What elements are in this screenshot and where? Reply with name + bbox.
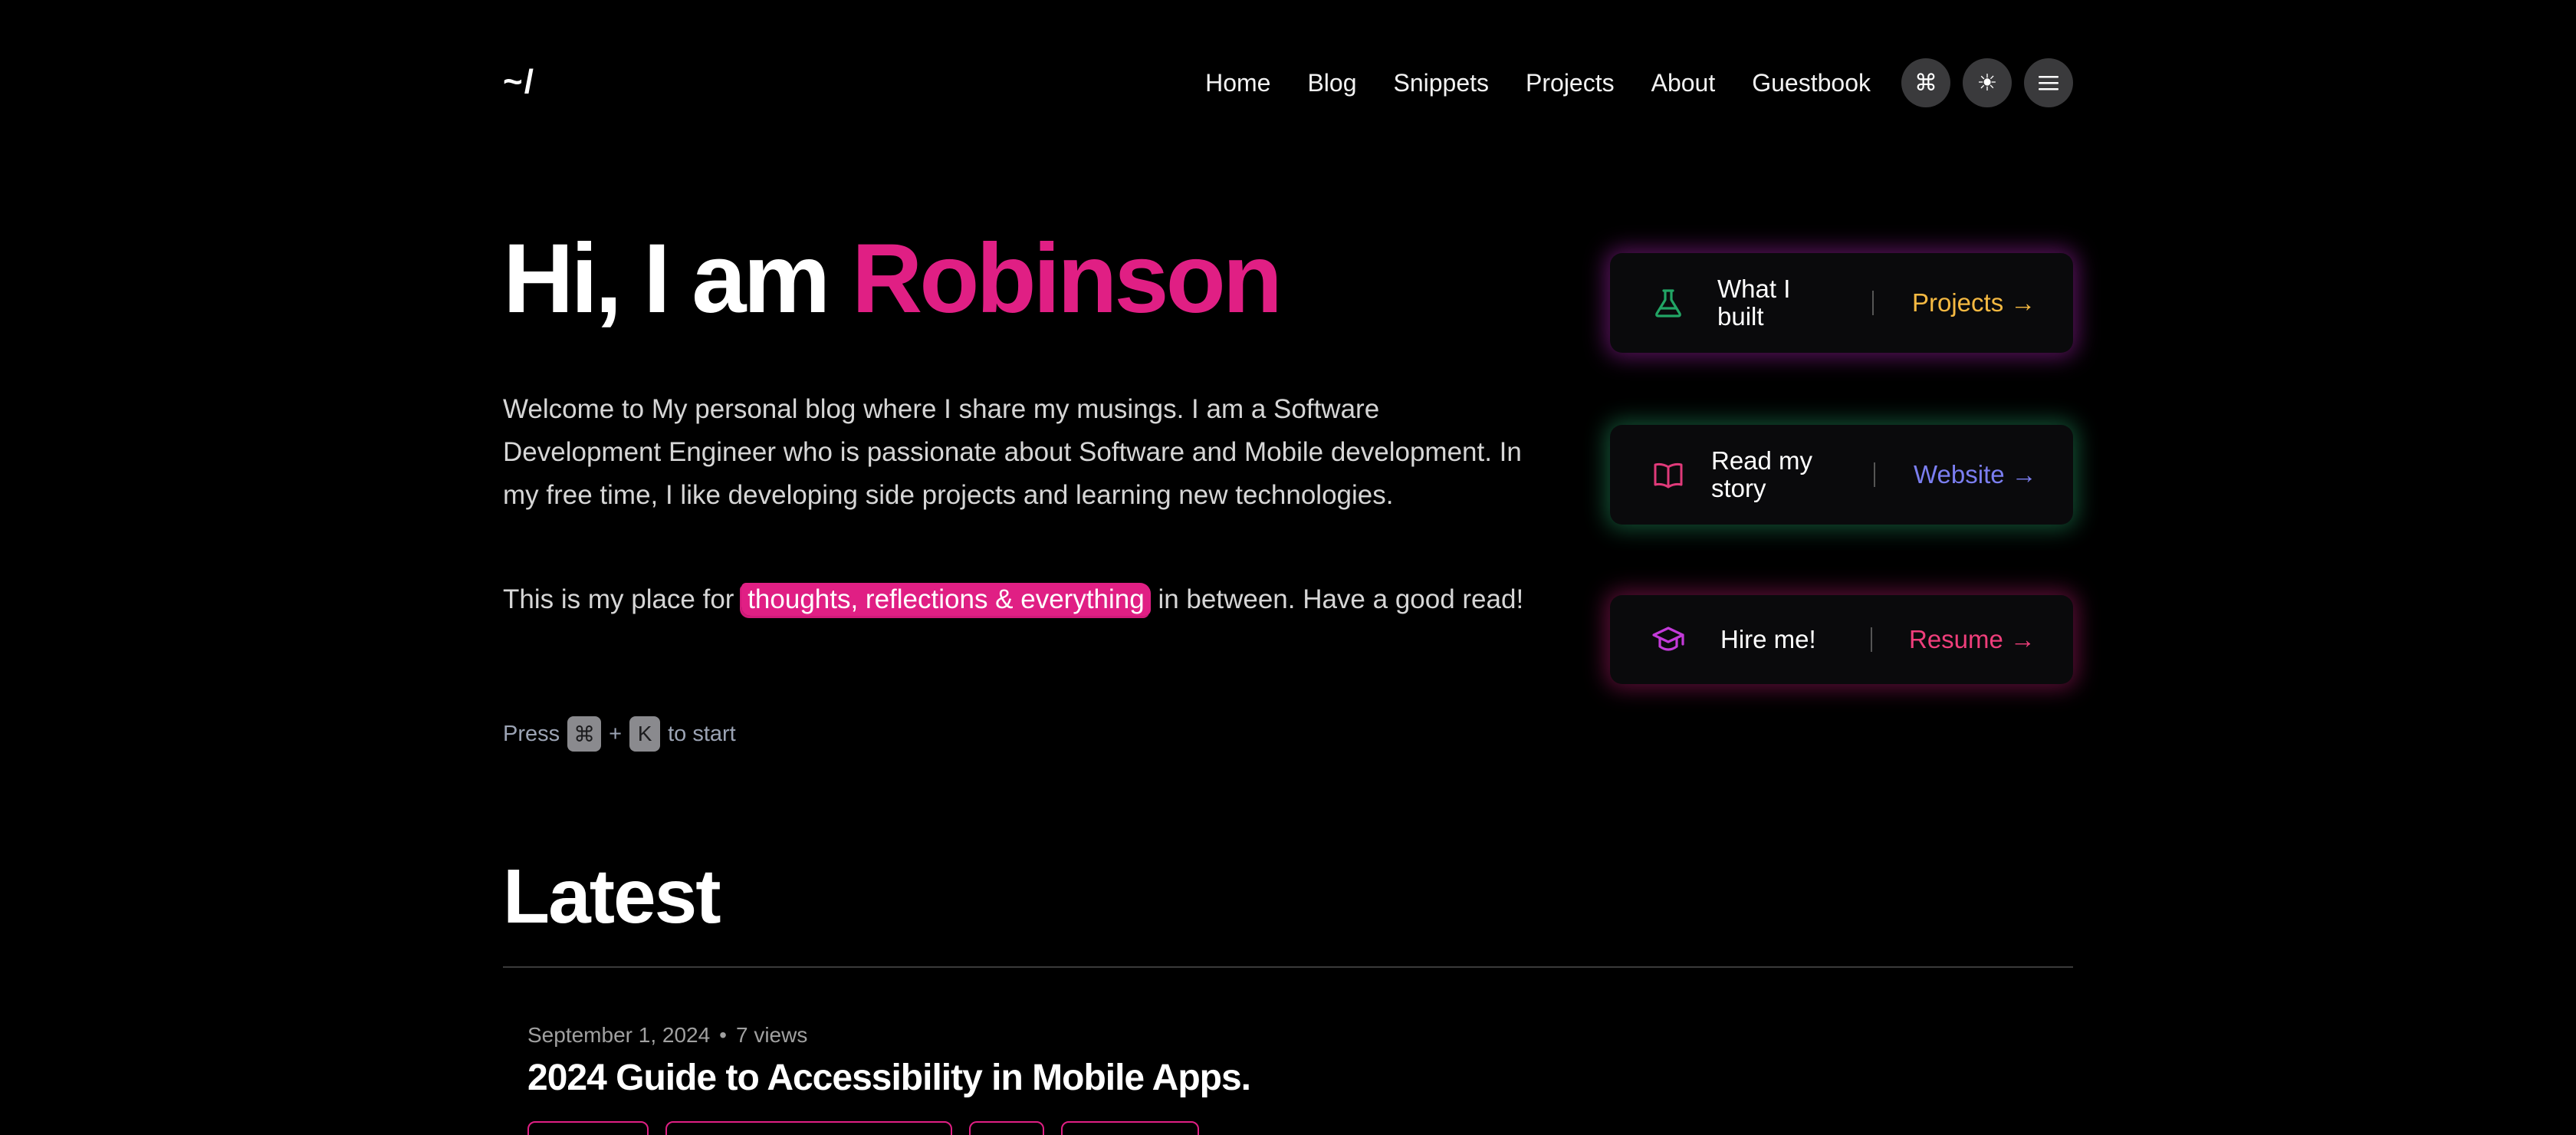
site-header: ~/ Home Blog Snippets Projects About Gue… [503, 55, 2073, 110]
site-logo[interactable]: ~/ [503, 63, 535, 101]
section-divider [503, 966, 2073, 968]
flask-icon [1650, 285, 1687, 321]
card-hire[interactable]: Hire me! Resume → [1610, 595, 2073, 684]
menu-button[interactable] [2024, 58, 2073, 107]
card-story[interactable]: Read my story Website → [1610, 425, 2073, 525]
tag-chip[interactable] [969, 1121, 1044, 1135]
sun-icon: ☀ [1976, 70, 1998, 96]
page-container: ~/ Home Blog Snippets Projects About Gue… [503, 0, 2073, 1135]
post-title[interactable]: 2024 Guide to Accessibility in Mobile Ap… [527, 1057, 1251, 1099]
hero-place: This is my place for thoughts, reflectio… [503, 578, 1530, 621]
tag-chip[interactable] [527, 1121, 649, 1135]
resume-link[interactable]: Resume → [1909, 625, 2036, 654]
post-date: September 1, 2024 [527, 1023, 711, 1047]
card-projects[interactable]: What I built Projects → [1610, 253, 2073, 353]
post-views: 7 views [735, 1023, 808, 1047]
graduation-cap-icon [1650, 621, 1687, 658]
header-actions: ⌘ ☀ [1901, 58, 2073, 107]
main-nav: Home Blog Snippets Projects About Guestb… [1205, 69, 1871, 97]
book-icon [1650, 456, 1687, 493]
theme-toggle-button[interactable]: ☀ [1963, 58, 2012, 107]
card-hire-text: Hire me! [1720, 625, 1816, 653]
press-plus: + [609, 721, 623, 746]
card-hire-divider [1871, 627, 1872, 652]
latest-heading: Latest [503, 854, 721, 939]
nav-home[interactable]: Home [1205, 69, 1270, 97]
press-label: Press [503, 721, 560, 746]
command-key: ⌘ [567, 716, 602, 752]
command-button[interactable]: ⌘ [1901, 58, 1950, 107]
website-link[interactable]: Website → [1914, 460, 2037, 489]
place-after: in between. Have a good read! [1158, 584, 1524, 614]
post-tags [527, 1121, 1199, 1135]
hero-intro: Welcome to My personal blog where I shar… [503, 394, 1522, 510]
hero-name: Robinson [851, 224, 1283, 334]
nav-about[interactable]: About [1651, 69, 1716, 97]
shortcut-hint: Press ⌘ + K to start [503, 716, 736, 752]
menu-icon [2039, 76, 2058, 90]
place-before: This is my place for [503, 584, 734, 614]
post-meta: September 1, 2024 • 7 views [527, 1023, 807, 1048]
nav-snippets[interactable]: Snippets [1393, 69, 1489, 97]
card-story-text: Read my story [1711, 446, 1813, 502]
card-projects-divider [1872, 291, 1874, 315]
nav-blog[interactable]: Blog [1307, 69, 1356, 97]
press-suffix: to start [668, 721, 736, 746]
k-key: K [629, 716, 661, 752]
command-icon: ⌘ [1914, 70, 1937, 96]
place-highlight: thoughts, reflections & everything [741, 583, 1151, 616]
tag-chip[interactable] [1061, 1121, 1199, 1135]
card-story-divider [1874, 462, 1875, 487]
tag-chip[interactable] [665, 1121, 952, 1135]
nav-projects[interactable]: Projects [1526, 69, 1615, 97]
card-projects-text: What I built [1717, 275, 1791, 331]
hero-greeting: Hi, I am [503, 224, 830, 334]
nav-guestbook[interactable]: Guestbook [1752, 69, 1871, 97]
meta-bullet: • [719, 1023, 727, 1047]
hero-title: Hi, I am Robinson [503, 222, 1283, 335]
projects-link[interactable]: Projects → [1912, 288, 2036, 317]
